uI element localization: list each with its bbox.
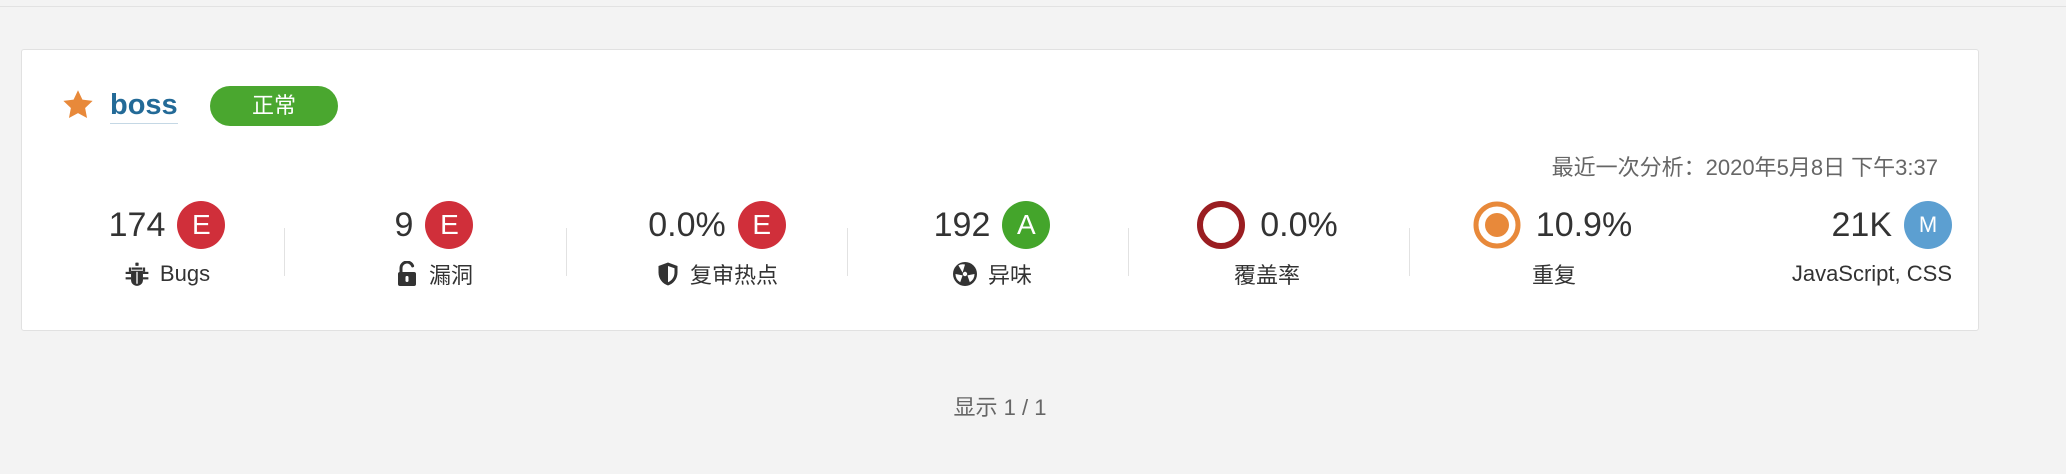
metrics-row: 174 E Bugs 9 E 漏洞 0.0% E 复审热点 192 A 异味 0…	[22, 200, 1978, 300]
coverage-label: 覆盖率	[1233, 263, 1300, 288]
metric-divider	[1409, 228, 1410, 276]
metric-security-hotspots[interactable]: 0.0% E 复审热点	[617, 200, 817, 300]
duplications-label: 重复	[1532, 263, 1577, 288]
metric-coverage[interactable]: 0.0% 覆盖率	[1182, 200, 1352, 300]
metric-duplications[interactable]: 10.9% 重复	[1462, 200, 1642, 300]
hotspots-value[interactable]: 0.0%	[648, 200, 726, 250]
size-value[interactable]: 21K	[1832, 200, 1893, 250]
metric-bugs[interactable]: 174 E Bugs	[62, 200, 272, 300]
bugs-label: Bugs	[159, 261, 211, 286]
metric-divider	[847, 228, 848, 276]
smells-rating[interactable]: A	[1002, 201, 1051, 249]
size-rating: M	[1904, 201, 1952, 249]
last-analysis-date: 最近一次分析：2020年5月8日 下午3:37	[1551, 155, 1938, 180]
metric-divider	[566, 228, 567, 276]
metric-divider	[284, 228, 285, 276]
metric-vulnerabilities[interactable]: 9 E 漏洞	[344, 200, 524, 300]
smells-label: 异味	[987, 263, 1032, 288]
metric-size[interactable]: 21K M JavaScript, CSS	[1722, 200, 1982, 300]
coverage-value[interactable]: 0.0%	[1260, 200, 1338, 250]
top-divider	[0, 6, 2066, 7]
languages-label: JavaScript, CSS	[1791, 261, 1952, 286]
vulnerabilities-rating[interactable]: E	[425, 201, 474, 249]
metric-code-smells[interactable]: 192 A 异味	[892, 200, 1092, 300]
hotspots-label: 复审热点	[689, 263, 778, 288]
pagination-text: 显示 1 / 1	[953, 395, 1047, 420]
quality-gate-status-badge: 正常	[210, 86, 338, 126]
duplication-donut-icon	[1473, 201, 1521, 249]
bugs-value[interactable]: 174	[109, 200, 166, 250]
project-name-link[interactable]: boss	[110, 88, 178, 124]
duplications-value[interactable]: 10.9%	[1536, 200, 1632, 250]
vulnerabilities-value[interactable]: 9	[395, 200, 414, 250]
shield-icon	[658, 262, 678, 286]
smells-value[interactable]: 192	[934, 200, 991, 250]
star-icon[interactable]	[60, 87, 96, 123]
metric-divider	[1128, 228, 1129, 276]
bugs-rating[interactable]: E	[177, 201, 226, 249]
unlock-icon	[397, 261, 416, 286]
bug-icon	[125, 262, 149, 286]
vulnerabilities-label: 漏洞	[428, 263, 473, 288]
coverage-donut-icon	[1197, 201, 1246, 249]
radiation-icon	[952, 262, 977, 286]
hotspots-rating[interactable]: E	[737, 201, 786, 249]
project-card: boss 正常 最近一次分析：2020年5月8日 下午3:37 174 E Bu…	[21, 49, 1979, 331]
